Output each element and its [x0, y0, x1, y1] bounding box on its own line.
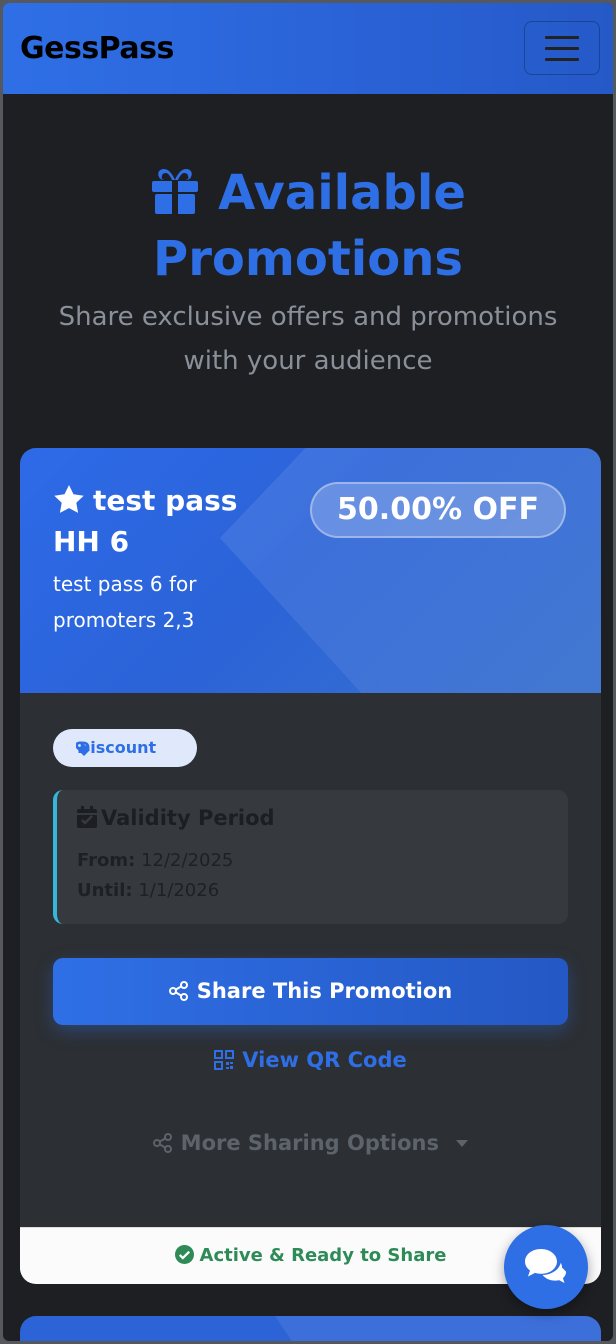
validity-until: Until: 1/1/2026: [77, 880, 219, 901]
next-promotion-card: [20, 1316, 601, 1341]
until-label: Until:: [77, 880, 133, 901]
caret-down-icon: [456, 1128, 469, 1152]
view-qr-code-link[interactable]: View QR Code: [20, 1048, 601, 1075]
navbar: GessPass: [3, 3, 613, 94]
from-label: From:: [77, 850, 136, 871]
from-value: 12/2/2025: [141, 850, 234, 871]
brand-logo[interactable]: GessPass: [20, 31, 174, 66]
more-sharing-options-dropdown[interactable]: More Sharing Options: [20, 1128, 601, 1158]
until-value: 1/1/2026: [138, 880, 220, 901]
discount-badge: 50.00% OFF: [310, 482, 566, 538]
share-nodes-icon: [152, 1133, 173, 1158]
calendar-check-icon: [77, 806, 97, 833]
page-title: Available Promotions: [3, 163, 613, 289]
check-circle-icon: [174, 1231, 194, 1284]
qr-link-label: View QR Code: [242, 1048, 407, 1072]
promotion-type-badge: Discount: [53, 729, 197, 767]
chat-button[interactable]: [504, 1225, 588, 1309]
promotion-card-header: test pass HH 6 test pass 6 for promoters…: [20, 448, 601, 693]
share-icon: [168, 961, 189, 1028]
share-promotion-button[interactable]: Share This Promotion: [53, 958, 568, 1025]
hamburger-menu-icon: [545, 36, 579, 39]
header-decoration: [275, 1316, 601, 1341]
chat-bubbles-icon: [525, 1249, 567, 1283]
validity-heading-text: Validity Period: [101, 806, 275, 830]
star-icon: [53, 484, 85, 523]
page-subtitle: Share exclusive offers and promotions wi…: [58, 302, 558, 376]
validity-from: From: 12/2/2025: [77, 850, 233, 871]
hamburger-bar: [545, 47, 579, 50]
gift-icon: [150, 165, 200, 229]
app-frame: GessPass Available Promotions Share excl…: [3, 3, 613, 1341]
tag-icon: [76, 742, 90, 756]
promotion-description: test pass 6 for promoters 2,3: [53, 572, 197, 632]
more-options-label: More Sharing Options: [180, 1131, 439, 1155]
menu-toggle-button[interactable]: [524, 21, 600, 75]
status-text: Active & Ready to Share: [199, 1245, 447, 1266]
qr-code-icon: [214, 1050, 235, 1075]
validity-heading: Validity Period: [77, 806, 275, 833]
promotion-card: test pass HH 6 test pass 6 for promoters…: [20, 448, 601, 1284]
promotion-title: test pass HH 6: [53, 482, 263, 560]
hamburger-bar: [545, 58, 579, 61]
validity-period-box: Validity Period From: 12/2/2025 Until: 1…: [53, 790, 568, 924]
share-button-label: Share This Promotion: [196, 979, 453, 1003]
